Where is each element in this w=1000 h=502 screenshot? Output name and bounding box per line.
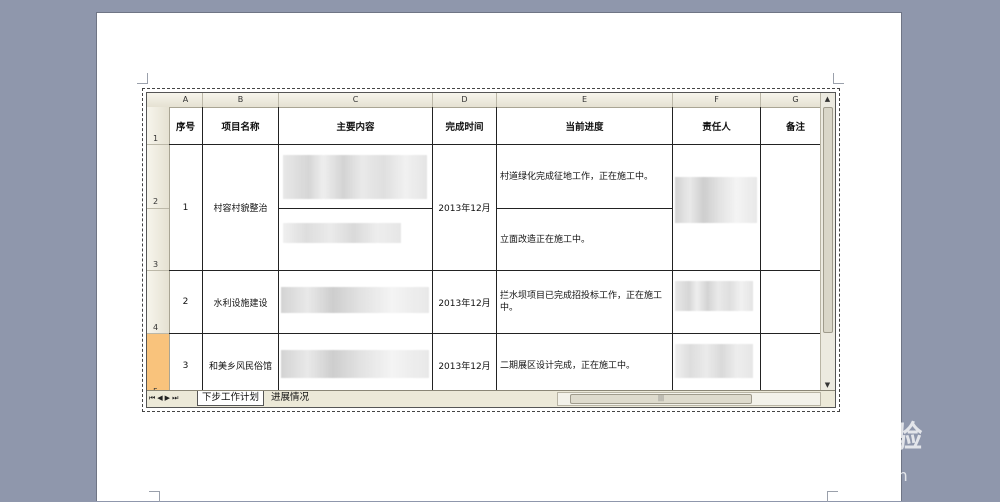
header-project[interactable]: 项目名称 [203, 107, 279, 145]
cell-grid[interactable]: 序号 项目名称 主要内容 完成时间 当前进度 责任人 备注 1 村容村貌整治 2… [169, 107, 821, 391]
cell-project[interactable]: 村容村貌整治 [203, 145, 279, 271]
cell-time[interactable]: 2013年12月 [433, 271, 497, 334]
column-header-b[interactable]: B [203, 93, 279, 107]
redacted-content [281, 350, 429, 378]
watermark-logo: Baidu经验 [760, 420, 924, 455]
vertical-scrollbar[interactable]: ▲ ▼ [820, 93, 835, 391]
cell-owner[interactable] [673, 334, 761, 391]
row-header-5[interactable]: 5 [147, 334, 169, 398]
cell-seq[interactable]: 1 [169, 145, 203, 271]
header-owner[interactable]: 责任人 [673, 107, 761, 145]
cell-progress[interactable]: 村道绿化完成征地工作，正在施工中。 [497, 145, 673, 209]
horizontal-scroll-thumb[interactable]: ||| [570, 394, 752, 404]
row-header-4[interactable]: 4 [147, 271, 169, 334]
baidu-jingyan-watermark: Baidu经验 jingyan.baidu.com [758, 412, 998, 492]
redacted-owner [675, 177, 757, 223]
cell-content[interactable] [279, 209, 433, 271]
cell-remark[interactable] [761, 334, 821, 391]
header-seq[interactable]: 序号 [169, 107, 203, 145]
tab-next-steps[interactable]: 下步工作计划 [197, 391, 265, 406]
redacted-content [281, 287, 429, 313]
column-header-a[interactable]: A [169, 93, 203, 107]
cell-progress[interactable]: 拦水坝项目已完成招投标工作，正在施工中。 [497, 271, 673, 334]
tab-navigation-icons[interactable]: ⏮◀▶⏭ [149, 392, 180, 405]
crop-mark [137, 73, 148, 84]
cell-time[interactable]: 2013年12月 [433, 145, 497, 271]
watermark-url: jingyan.baidu.com [760, 466, 908, 485]
scroll-up-icon[interactable]: ▲ [821, 93, 834, 105]
cell-remark[interactable] [761, 145, 821, 271]
row-header-2[interactable]: 2 [147, 145, 169, 209]
cell-seq[interactable]: 3 [169, 334, 203, 391]
header-content[interactable]: 主要内容 [279, 107, 433, 145]
crop-mark [827, 491, 838, 502]
cell-content[interactable] [279, 145, 433, 209]
column-header-f[interactable]: F [673, 93, 761, 107]
embedded-spreadsheet[interactable]: A B C D E F G 1 2 3 4 5 序号 项目名称 主要内容 完成时… [142, 88, 840, 412]
redacted-owner [675, 281, 753, 311]
cell-seq[interactable]: 2 [169, 271, 203, 334]
column-headers: A B C D E F G [147, 93, 831, 108]
crop-mark [149, 491, 160, 502]
cell-progress[interactable]: 立面改造正在施工中。 [497, 209, 673, 271]
sheet-tabs-bar: ⏮◀▶⏭ 下步工作计划 进展情况 ||| [147, 390, 835, 407]
cell-content[interactable] [279, 271, 433, 334]
scroll-thumb[interactable] [823, 107, 833, 333]
cell-project[interactable]: 和美乡风民俗馆 [203, 334, 279, 391]
row-headers: 1 2 3 4 5 [147, 107, 170, 398]
cell-project[interactable]: 水利设施建设 [203, 271, 279, 334]
tab-progress[interactable]: 进展情况 [267, 391, 313, 405]
header-time[interactable]: 完成时间 [433, 107, 497, 145]
column-header-d[interactable]: D [433, 93, 497, 107]
header-remark[interactable]: 备注 [761, 107, 821, 145]
header-progress[interactable]: 当前进度 [497, 107, 673, 145]
redacted-content [283, 223, 401, 243]
redacted-owner [675, 344, 753, 378]
row-header-1[interactable]: 1 [147, 107, 169, 145]
cell-progress[interactable]: 二期展区设计完成，正在施工中。 [497, 334, 673, 391]
crop-mark [833, 73, 844, 84]
row-header-3[interactable]: 3 [147, 209, 169, 271]
cell-content[interactable] [279, 334, 433, 391]
cell-owner[interactable] [673, 271, 761, 334]
column-header-e[interactable]: E [497, 93, 673, 107]
horizontal-scrollbar[interactable]: ||| [557, 392, 821, 406]
cell-owner[interactable] [673, 145, 761, 271]
cell-time[interactable]: 2013年12月 [433, 334, 497, 391]
redacted-content [283, 155, 427, 199]
column-header-c[interactable]: C [279, 93, 433, 107]
cell-remark[interactable] [761, 271, 821, 334]
